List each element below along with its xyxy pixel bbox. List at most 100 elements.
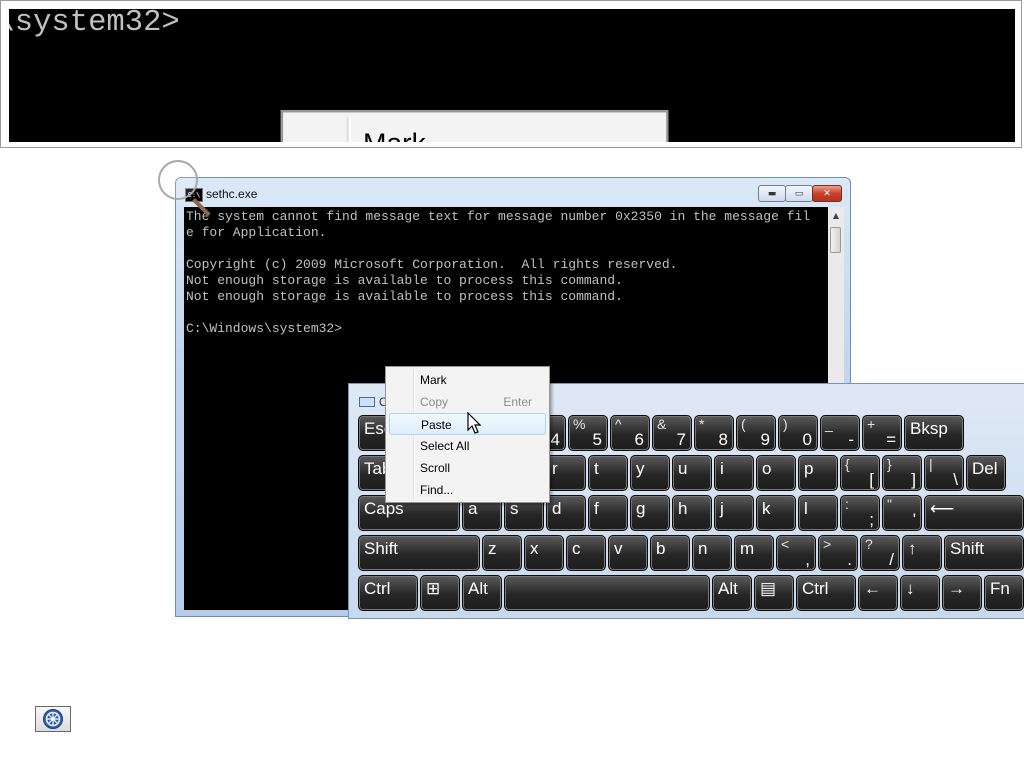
key-;[interactable]: :; [840, 495, 880, 531]
key-space[interactable] [504, 575, 710, 611]
key-label: 4 [550, 430, 560, 449]
key-o[interactable]: o [756, 455, 796, 491]
key-→[interactable]: → [942, 575, 982, 611]
key-l[interactable]: l [798, 495, 838, 531]
zoom-console-output-text: The system cannot find message text for … [9, 9, 180, 40]
key-x[interactable]: x [524, 535, 564, 571]
menu-item-scroll[interactable]: Scroll [389, 457, 546, 479]
key-⟵[interactable]: ⟵ [924, 495, 1024, 531]
key-del[interactable]: Del [966, 455, 1006, 491]
key-↑[interactable]: ↑ [902, 535, 942, 571]
key-][interactable]: }] [882, 455, 922, 491]
key-label: Shift [364, 539, 399, 558]
key-6[interactable]: ^ 6 [610, 415, 650, 451]
zoom-viewport: C:\ sethc.exe ▬ ▭ ✕ The system cannot fi… [9, 9, 1015, 142]
key-k[interactable]: k [756, 495, 796, 531]
key-r[interactable]: r [546, 455, 586, 491]
console-titlebar[interactable]: C:\ sethc.exe ▬ ▭ ✕ [176, 178, 850, 208]
menu-item-shortcut: Enter [503, 395, 532, 409]
key-v[interactable]: v [608, 535, 648, 571]
key-label: n [698, 539, 708, 558]
key-label: v [614, 539, 623, 558]
key-t[interactable]: t [588, 455, 628, 491]
minimize-button[interactable]: ▬ [758, 185, 786, 202]
key-p[interactable]: p [798, 455, 838, 491]
close-button[interactable]: ✕ [812, 185, 842, 202]
scroll-up-arrow-icon[interactable]: ▲ [828, 207, 844, 224]
key-g[interactable]: g [630, 495, 670, 531]
key-shift-label: _ [825, 416, 833, 432]
menu-item-label: Find... [420, 483, 454, 497]
key-shift-label: | [929, 456, 933, 472]
key-label: g [636, 499, 646, 518]
key-0[interactable]: ) 0 [778, 415, 818, 451]
maximize-button[interactable]: ▭ [785, 185, 813, 202]
key--[interactable]: _ - [820, 415, 860, 451]
key-label: j [720, 499, 724, 518]
key-label: Bksp [910, 419, 948, 438]
key-y[interactable]: y [630, 455, 670, 491]
key-shift-label: % [573, 416, 586, 432]
key-label: k [762, 499, 771, 518]
key-bksp[interactable]: Bksp [904, 415, 964, 451]
key-z[interactable]: z [482, 535, 522, 571]
key-shift[interactable]: Shift [944, 535, 1024, 571]
key-7[interactable]: & 7 [652, 415, 692, 451]
key-label: ↑ [908, 539, 917, 558]
key-fn[interactable]: Fn [984, 575, 1024, 611]
key-d[interactable]: d [546, 495, 586, 531]
zoom-menu-item-label: Mark [363, 127, 426, 142]
menu-item-copy[interactable]: Copy Enter [389, 391, 546, 413]
scrollbar-thumb[interactable] [830, 227, 841, 253]
key-'[interactable]: " ' [882, 495, 922, 531]
magnifier-zoom-view: C:\ sethc.exe ▬ ▭ ✕ The system cannot fi… [0, 0, 1022, 148]
key-label: Ctrl [802, 579, 829, 598]
key-,[interactable]: <, [776, 535, 816, 571]
key-←[interactable]: ← [858, 575, 898, 611]
key-n[interactable]: n [692, 535, 732, 571]
key-f[interactable]: f [588, 495, 628, 531]
key-↓[interactable]: ↓ [900, 575, 940, 611]
key-alt[interactable]: Alt [712, 575, 752, 611]
key-label: Del [972, 459, 998, 478]
key-label: Ctrl [364, 579, 391, 598]
key-shift-label: ( [741, 416, 746, 432]
key-label: b [656, 539, 666, 558]
key-shift-label: ) [783, 416, 788, 432]
key-h[interactable]: h [672, 495, 712, 531]
key-▤[interactable]: ▤ [754, 575, 794, 611]
key-ctrl[interactable]: Ctrl [796, 575, 856, 611]
key-shift-label: * [699, 416, 705, 432]
key-shift-label: " [887, 496, 892, 512]
key-label: [ [869, 470, 874, 489]
key-\[interactable]: | \ [924, 455, 964, 491]
accessibility-icon[interactable] [35, 706, 71, 732]
key-.[interactable]: >. [818, 535, 858, 571]
key-shift-label: & [657, 416, 667, 432]
key-[[interactable]: {[ [840, 455, 880, 491]
key-label: . [847, 550, 852, 569]
key-label: ] [911, 470, 916, 489]
key-label: Fn [990, 579, 1010, 598]
key-ctrl[interactable]: Ctrl [358, 575, 418, 611]
menu-item-select-all[interactable]: Select All [389, 435, 546, 457]
key-shift-label: < [781, 536, 790, 552]
key-⊞[interactable]: ⊞ [420, 575, 460, 611]
mouse-pointer-icon [467, 412, 481, 434]
key-shift[interactable]: Shift [358, 535, 480, 571]
menu-item-mark[interactable]: Mark [389, 369, 546, 391]
menu-item-find[interactable]: Find... [389, 479, 546, 501]
key-j[interactable]: j [714, 495, 754, 531]
key-label: i [720, 459, 724, 478]
key-m[interactable]: m [734, 535, 774, 571]
key-alt[interactable]: Alt [462, 575, 502, 611]
key-/[interactable]: ? / [860, 535, 900, 571]
key-b[interactable]: b [650, 535, 690, 571]
key-5[interactable]: % 5 [568, 415, 608, 451]
key-i[interactable]: i [714, 455, 754, 491]
key-=[interactable]: + = [862, 415, 902, 451]
key-8[interactable]: * 8 [694, 415, 734, 451]
key-c[interactable]: c [566, 535, 606, 571]
key-9[interactable]: (9 [736, 415, 776, 451]
key-u[interactable]: u [672, 455, 712, 491]
